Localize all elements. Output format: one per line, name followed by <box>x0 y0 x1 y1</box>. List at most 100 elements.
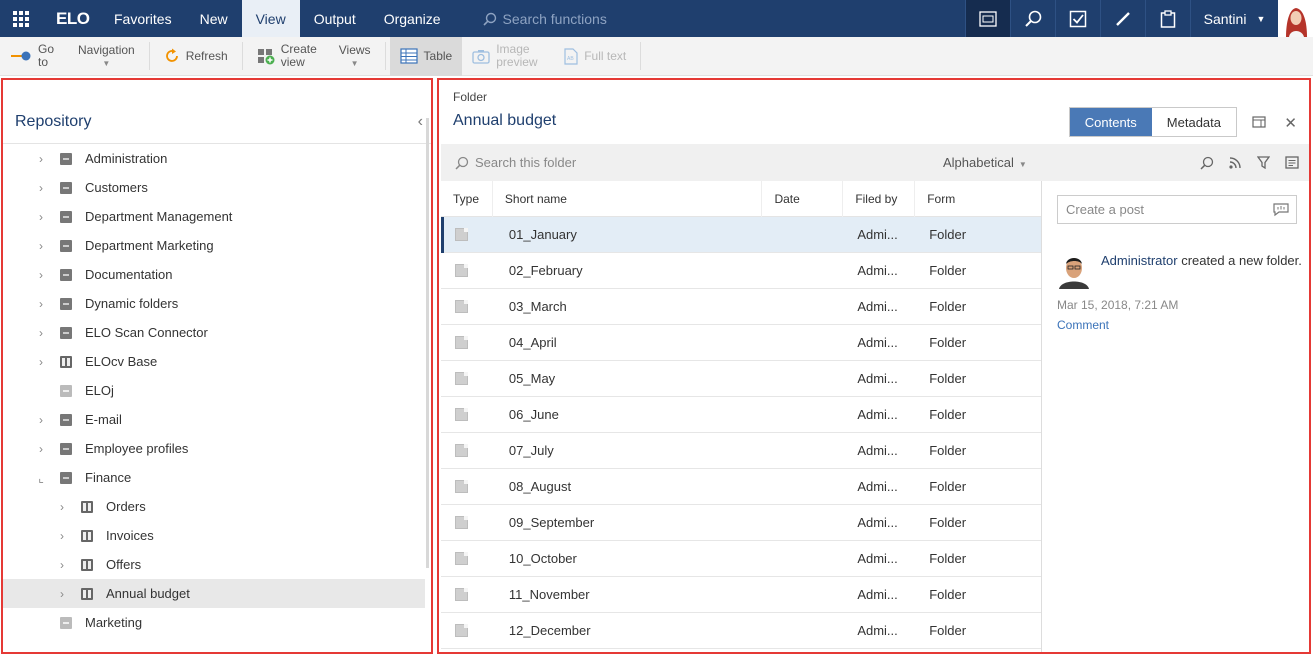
feed-search-icon[interactable] <box>1200 156 1214 170</box>
chevron-right-icon[interactable]: › <box>34 181 48 195</box>
table-row[interactable]: 12_December Admi... Folder <box>441 613 1041 649</box>
tree-item[interactable]: › Orders <box>3 492 431 521</box>
close-icon[interactable]: ✕ <box>1284 114 1297 132</box>
chevron-right-icon[interactable]: › <box>34 297 48 311</box>
repository-header: Repository ‹ <box>3 80 431 144</box>
top-navigation-bar: ELO Favorites New View Output Organize S… <box>0 0 1313 37</box>
tree-item[interactable]: › Documentation <box>3 260 431 289</box>
goto-button[interactable]: Go to <box>0 37 64 76</box>
tree-item[interactable]: ELOj <box>3 376 431 405</box>
tree-item[interactable]: › ELO Scan Connector <box>3 318 431 347</box>
table-row[interactable]: 02_February Admi... Folder <box>441 253 1041 289</box>
tab-metadata[interactable]: Metadata <box>1152 108 1236 136</box>
table-row[interactable]: 07_July Admi... Folder <box>441 433 1041 469</box>
views-dropdown[interactable]: Views ▼ <box>329 37 381 76</box>
full-text-button[interactable]: AB Full text <box>550 37 636 76</box>
tree-item[interactable]: › E-mail <box>3 405 431 434</box>
navigation-dropdown[interactable]: Navigation ▼ <box>64 37 145 76</box>
table-row[interactable]: 01_January Admi... Folder <box>441 217 1041 253</box>
folder-search-field[interactable]: Search this folder <box>455 155 935 170</box>
tree-item[interactable]: › Customers <box>3 173 431 202</box>
menu-output[interactable]: Output <box>300 0 370 37</box>
menu-new[interactable]: New <box>186 0 242 37</box>
clipboard-button[interactable] <box>1145 0 1190 37</box>
column-header-date[interactable]: Date <box>762 180 844 217</box>
pencil-icon <box>1116 11 1130 26</box>
table-row[interactable]: 08_August Admi... Folder <box>441 469 1041 505</box>
folder-type-cell <box>441 588 493 601</box>
tree-item[interactable]: › Employee profiles <box>3 434 431 463</box>
tree-item[interactable]: › Department Management <box>3 202 431 231</box>
tree-scrollbar[interactable] <box>426 118 429 568</box>
tree-item[interactable]: › Invoices <box>3 521 431 550</box>
app-launcher-button[interactable] <box>0 0 42 37</box>
tasks-button[interactable] <box>1055 0 1100 37</box>
chevron-right-icon[interactable]: › <box>55 558 69 572</box>
table-row[interactable]: 06_June Admi... Folder <box>441 397 1041 433</box>
short-name-cell: 01_January <box>508 227 577 242</box>
chevron-right-icon[interactable]: › <box>55 587 69 601</box>
image-preview-button[interactable]: Image preview <box>462 37 550 76</box>
folder-icon <box>455 228 468 241</box>
chevron-right-icon[interactable]: › <box>55 500 69 514</box>
chevron-right-icon[interactable]: › <box>34 210 48 224</box>
chevron-right-icon[interactable]: › <box>34 413 48 427</box>
tree-item[interactable]: › ELOcv Base <box>3 347 431 376</box>
tree-item[interactable]: › Dynamic folders <box>3 289 431 318</box>
repository-view-button[interactable] <box>965 0 1010 37</box>
tree-item[interactable]: Marketing <box>3 608 431 637</box>
chevron-right-icon[interactable]: › <box>55 529 69 543</box>
tab-contents[interactable]: Contents <box>1069 108 1152 136</box>
feed-entry-user[interactable]: Administrator <box>1101 253 1178 268</box>
column-header-type[interactable]: Type <box>441 180 493 217</box>
full-text-icon: AB <box>564 47 578 65</box>
tree-item[interactable]: › Annual budget <box>3 579 425 608</box>
rss-icon[interactable] <box>1229 156 1242 170</box>
column-header-short-name[interactable]: Short name <box>493 180 763 217</box>
create-view-button[interactable]: Create view <box>247 37 329 76</box>
table-row[interactable]: 05_May Admi... Folder <box>441 361 1041 397</box>
filed-by-cell: Admi... <box>857 443 898 458</box>
folder-icon <box>60 326 72 339</box>
table-row[interactable]: 09_September Admi... Folder <box>441 505 1041 541</box>
table-row[interactable]: 10_October Admi... Folder <box>441 541 1041 577</box>
column-header-form[interactable]: Form <box>915 181 1041 217</box>
filter-icon[interactable] <box>1257 156 1270 170</box>
column-header-filed-by[interactable]: Filed by <box>843 180 916 217</box>
chevron-right-icon[interactable]: ⌞ <box>34 471 48 485</box>
menu-view[interactable]: View <box>241 0 300 37</box>
search-button[interactable] <box>1010 0 1055 37</box>
tree-item[interactable]: › Department Marketing <box>3 231 431 260</box>
filed-by-cell: Admi... <box>857 515 898 530</box>
chevron-right-icon[interactable]: › <box>34 239 48 253</box>
tree-item[interactable]: › Offers <box>3 550 431 579</box>
feed-panel: Create a post Administrator created a ne… <box>1043 181 1309 652</box>
chevron-right-icon[interactable]: › <box>34 326 48 340</box>
refresh-button[interactable]: Refresh <box>154 37 238 76</box>
collapse-panel-icon[interactable]: ‹ <box>418 113 423 131</box>
comment-link[interactable]: Comment <box>1057 318 1109 332</box>
chevron-right-icon[interactable]: › <box>34 268 48 282</box>
feed-list-icon[interactable] <box>1285 156 1299 170</box>
tree-item[interactable]: › Administration <box>3 144 431 173</box>
chevron-right-icon[interactable]: › <box>34 152 48 166</box>
table-view-button[interactable]: Table <box>389 36 463 76</box>
sort-dropdown[interactable]: Alphabetical ▼ <box>943 155 1043 170</box>
table-row[interactable]: 11_November Admi... Folder <box>441 577 1041 613</box>
chevron-right-icon[interactable]: › <box>34 355 48 369</box>
tree-item-label: Department Marketing <box>85 238 214 253</box>
search-functions-field[interactable]: Search functions <box>482 0 965 37</box>
menu-favorites[interactable]: Favorites <box>100 0 186 37</box>
table-row[interactable]: 04_April Admi... Folder <box>441 325 1041 361</box>
user-menu[interactable]: Santini ▼ <box>1190 0 1278 37</box>
chevron-right-icon[interactable]: › <box>34 442 48 456</box>
menu-organize[interactable]: Organize <box>370 0 455 37</box>
filed-by-cell: Admi... <box>857 479 898 494</box>
comment-bubble-icon[interactable] <box>1272 202 1290 220</box>
table-row[interactable]: 03_March Admi... Folder <box>441 289 1041 325</box>
edit-button[interactable] <box>1100 0 1145 37</box>
user-avatar[interactable] <box>1278 0 1313 37</box>
create-post-input[interactable]: Create a post <box>1057 195 1297 224</box>
tree-item[interactable]: ⌞ Finance <box>3 463 431 492</box>
maximize-icon[interactable] <box>1252 115 1267 132</box>
